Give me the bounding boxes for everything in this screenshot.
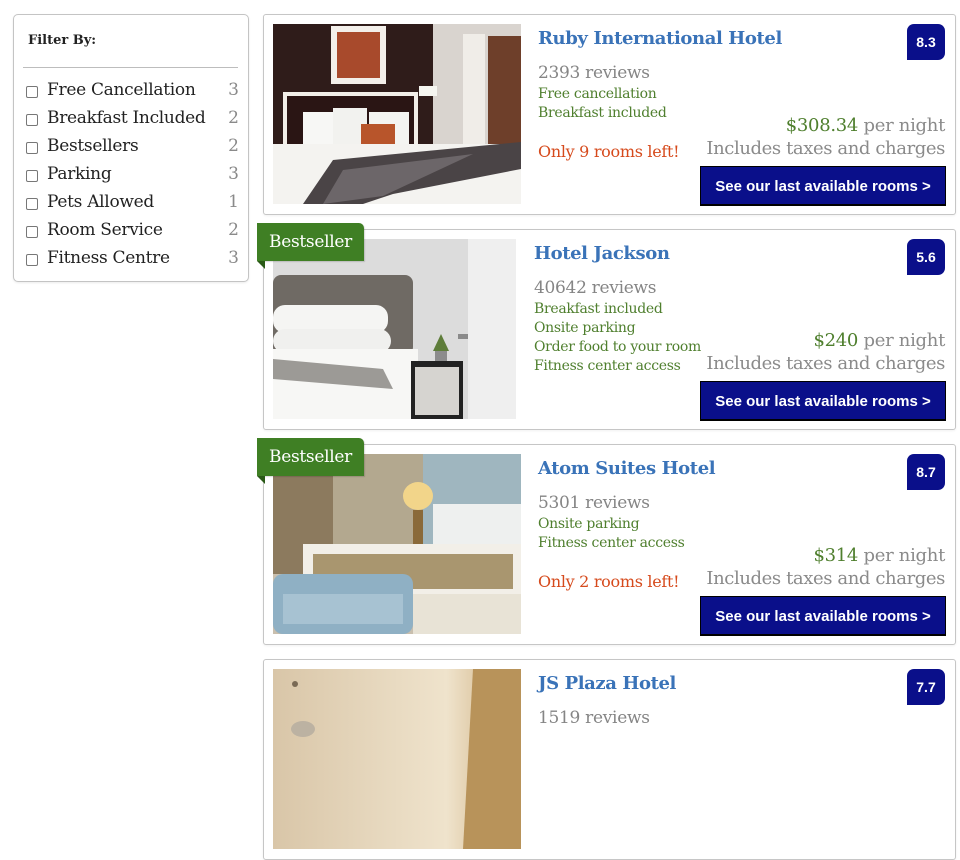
amenity-list: Free cancellation Breakfast included [538, 85, 667, 123]
rooms-left-notice: Only 9 rooms left! [538, 142, 680, 161]
filter-count: 3 [228, 80, 239, 100]
hotel-room-photo [273, 24, 521, 204]
filter-checkbox[interactable] [26, 254, 38, 266]
price-line: $314 per night [813, 545, 945, 566]
filter-count: 3 [228, 248, 239, 268]
filter-item-parking[interactable]: Parking 3 [14, 163, 248, 191]
hotel-card: Bestseller Hotel Jackson 40642 reviews B… [257, 223, 956, 430]
amenity-item: Fitness center access [538, 535, 685, 551]
filter-item-breakfast-included[interactable]: Breakfast Included 2 [14, 107, 248, 135]
price-amount: $240 [813, 330, 859, 351]
hotel-card: JS Plaza Hotel 1519 reviews 7.7 [263, 659, 956, 860]
rooms-left-notice: Only 2 rooms left! [538, 572, 680, 591]
taxes-note: Includes taxes and charges [706, 568, 945, 589]
filter-label: Parking [47, 164, 112, 184]
filter-checkbox[interactable] [26, 198, 38, 210]
amenity-item: Order food to your room [534, 339, 701, 355]
filter-checkbox[interactable] [26, 226, 38, 238]
amenity-item: Breakfast included [534, 301, 663, 317]
filter-checkbox[interactable] [26, 142, 38, 154]
filter-count: 3 [228, 164, 239, 184]
filter-divider [23, 67, 238, 68]
hotel-card: Bestseller Atom Suites Hotel 5301 review… [257, 438, 956, 645]
hotel-photo[interactable] [273, 239, 516, 419]
amenity-item: Onsite parking [534, 320, 636, 336]
filter-count: 1 [228, 192, 239, 212]
review-count: 40642 reviews [534, 278, 657, 298]
review-count: 1519 reviews [538, 708, 650, 728]
price-line: $308.34 per night [785, 115, 946, 136]
filter-label: Breakfast Included [47, 108, 206, 128]
bestseller-ribbon: Bestseller [257, 438, 364, 484]
filter-item-bestsellers[interactable]: Bestsellers 2 [14, 135, 248, 163]
filter-panel: Filter By: Free Cancellation 3 Breakfast… [13, 14, 249, 282]
price-amount: $308.34 [785, 115, 859, 136]
hotel-room-photo [273, 669, 521, 849]
hotel-photo[interactable] [273, 454, 521, 634]
amenity-item: Breakfast included [538, 105, 667, 121]
filter-count: 2 [228, 136, 239, 156]
filter-checkbox[interactable] [26, 170, 38, 182]
rating-badge: 7.7 [907, 669, 945, 705]
hotel-photo[interactable] [273, 24, 521, 204]
filter-label: Pets Allowed [47, 192, 154, 212]
amenity-item: Fitness center access [534, 358, 681, 374]
taxes-note: Includes taxes and charges [706, 138, 945, 159]
filter-count: 2 [228, 220, 239, 240]
review-count: 2393 reviews [538, 63, 650, 83]
price-suffix: per night [858, 545, 945, 566]
price-suffix: per night [858, 115, 945, 136]
hotel-room-photo [273, 454, 521, 634]
taxes-note: Includes taxes and charges [706, 353, 945, 374]
filter-item-fitness-centre[interactable]: Fitness Centre 3 [14, 247, 248, 275]
filter-label: Bestsellers [47, 136, 139, 156]
price-suffix: per night [858, 330, 945, 351]
amenity-item: Free cancellation [538, 86, 657, 102]
price-amount: $314 [813, 545, 859, 566]
filter-title: Filter By: [28, 33, 97, 48]
filter-label: Fitness Centre [47, 248, 170, 268]
filter-checkbox[interactable] [26, 114, 38, 126]
hotel-name[interactable]: Atom Suites Hotel [538, 458, 716, 479]
hotel-room-photo [273, 239, 516, 419]
see-available-rooms-button[interactable]: See our last available rooms > [700, 381, 946, 421]
review-count: 5301 reviews [538, 493, 650, 513]
filter-item-free-cancellation[interactable]: Free Cancellation 3 [14, 79, 248, 107]
see-available-rooms-button[interactable]: See our last available rooms > [700, 166, 946, 206]
rating-badge: 8.3 [907, 24, 945, 60]
filter-checkbox[interactable] [26, 86, 38, 98]
hotel-name[interactable]: Hotel Jackson [534, 243, 670, 264]
hotel-name[interactable]: Ruby International Hotel [538, 28, 782, 49]
filter-item-pets-allowed[interactable]: Pets Allowed 1 [14, 191, 248, 219]
amenity-list: Breakfast included Onsite parking Order … [534, 300, 701, 376]
see-available-rooms-button[interactable]: See our last available rooms > [700, 596, 946, 636]
hotel-name[interactable]: JS Plaza Hotel [538, 673, 676, 694]
amenity-item: Onsite parking [538, 516, 640, 532]
amenity-list: Onsite parking Fitness center access [538, 515, 685, 553]
hotel-card: Ruby International Hotel 2393 reviews Fr… [263, 14, 956, 215]
rating-badge: 8.7 [907, 454, 945, 490]
filter-label: Free Cancellation [47, 80, 196, 100]
hotel-photo[interactable] [273, 669, 521, 849]
price-line: $240 per night [813, 330, 945, 351]
filter-list: Free Cancellation 3 Breakfast Included 2… [14, 79, 248, 275]
filter-label: Room Service [47, 220, 163, 240]
rating-badge: 5.6 [907, 239, 945, 275]
bestseller-ribbon: Bestseller [257, 223, 364, 269]
filter-item-room-service[interactable]: Room Service 2 [14, 219, 248, 247]
filter-count: 2 [228, 108, 239, 128]
